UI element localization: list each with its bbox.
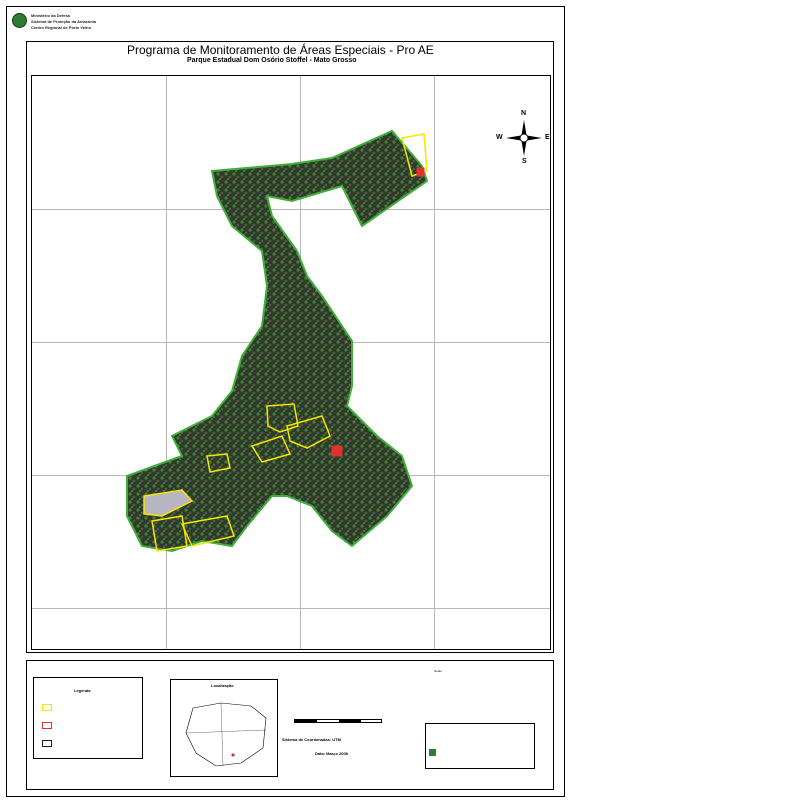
red-polygon: [416, 167, 425, 177]
map-sheet: Ministério da Defesa Sistema de Proteção…: [6, 6, 565, 797]
map-canvas: N S E W: [31, 75, 551, 650]
legend-swatch-black: [42, 740, 52, 747]
compass-rose: N S E W: [496, 110, 550, 165]
compass-n: N: [521, 110, 527, 117]
scale-bar: [294, 719, 382, 723]
logo-line-2: Sistema de Proteção da Amazônia: [31, 19, 96, 24]
legend-item: [42, 722, 142, 730]
map-title: Programa de Monitoramento de Áreas Espec…: [127, 43, 434, 57]
compass-e: E: [545, 134, 550, 141]
legend-item: [42, 740, 142, 748]
agency-logo-icon: [429, 749, 436, 756]
map-date: Data: Março 2008: [315, 751, 348, 756]
institution-logo: Ministério da Defesa Sistema de Proteção…: [12, 11, 102, 31]
logo-line-3: Centro Regional de Porto Velho: [31, 25, 92, 30]
scale-segment: [295, 720, 317, 722]
map-subtitle: Parque Estadual Dom Osório Stoffel - Mat…: [187, 57, 357, 64]
compass-w: W: [496, 134, 503, 141]
legend-box: Legenda: [33, 677, 143, 759]
logo-line-1: Ministério da Defesa: [31, 13, 70, 18]
notes-title: Notas: [434, 669, 442, 673]
map-frame: Programa de Monitoramento de Áreas Espec…: [26, 41, 554, 653]
location-inset: Localização: [170, 679, 278, 777]
legend-title: Legenda: [74, 688, 91, 693]
compass-s: S: [522, 158, 527, 165]
seal-icon: [12, 13, 27, 28]
legend-item: [42, 704, 142, 712]
legend-panel: Legenda Localização Sistema de Coordenad…: [26, 660, 554, 790]
credits-box: [425, 723, 535, 769]
scale-segment: [339, 720, 361, 722]
legend-swatch-yellow: [42, 704, 52, 711]
park-imagery: [126, 129, 429, 553]
legend-swatch-red: [42, 722, 52, 729]
compass-icon: [506, 120, 542, 156]
projection-text: Sistema de Coordenadas: UTM: [282, 737, 341, 742]
location-map: [185, 702, 267, 767]
red-polygon: [331, 445, 343, 457]
park-boundary: [126, 129, 429, 553]
